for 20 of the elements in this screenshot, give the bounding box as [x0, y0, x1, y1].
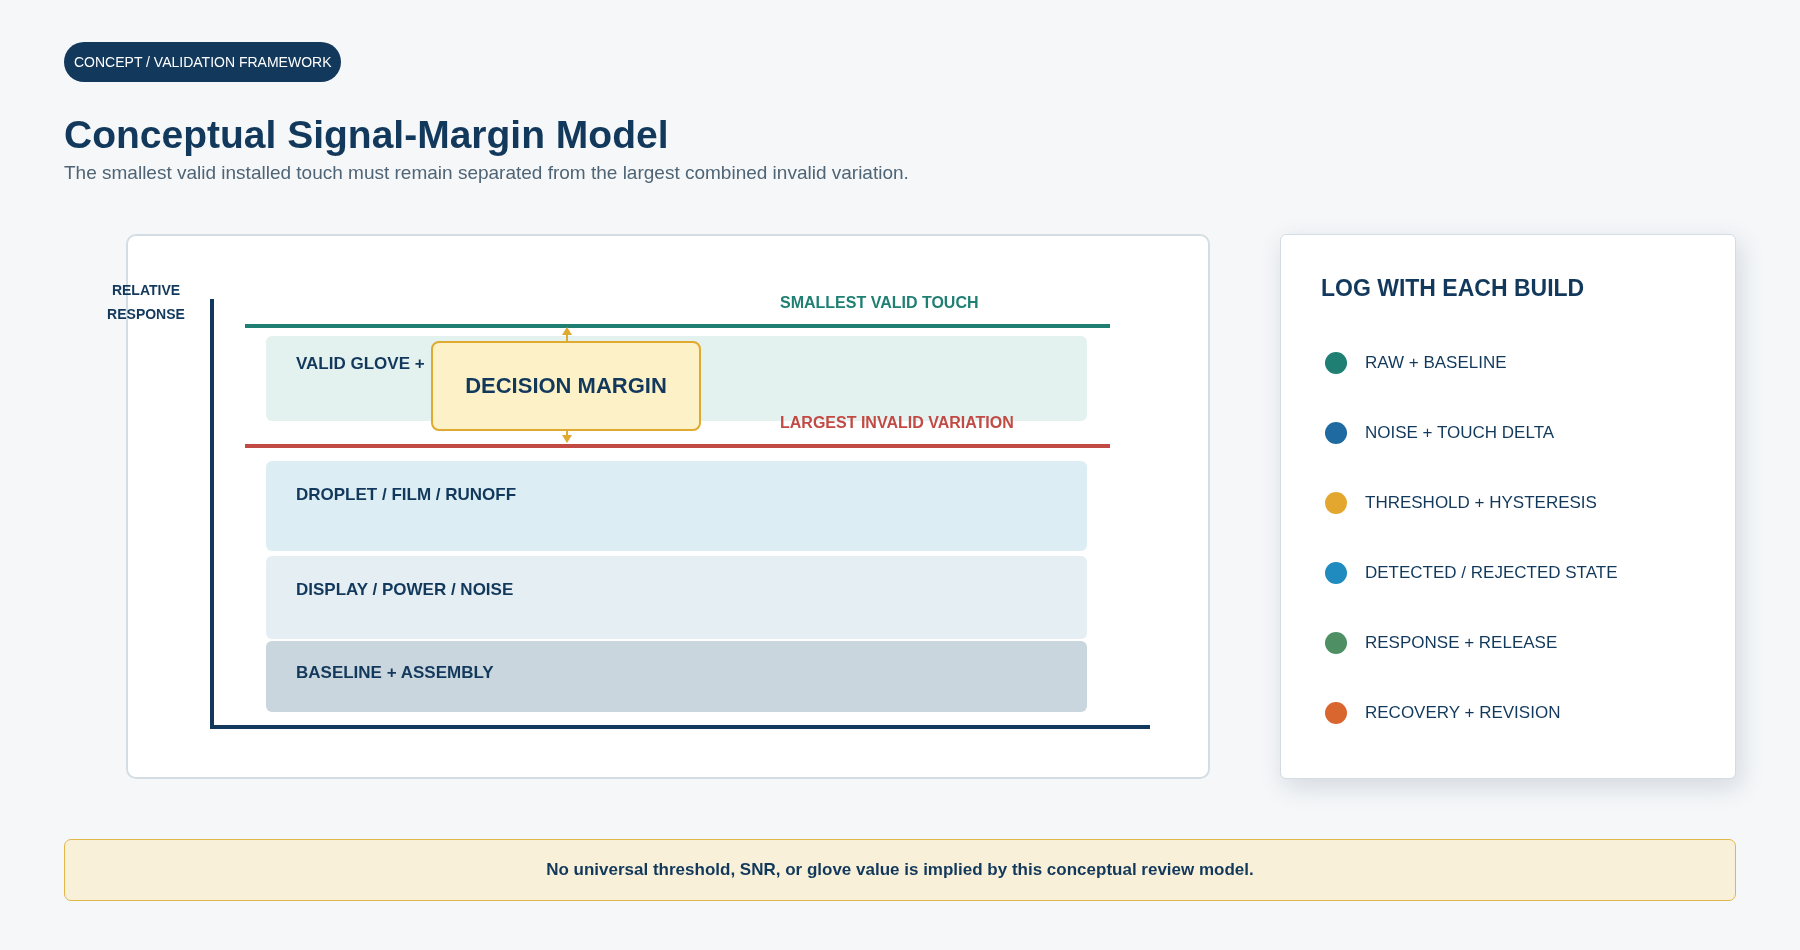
- legend-label: RESPONSE + RELEASE: [1365, 633, 1558, 653]
- page-subtitle: The smallest valid installed touch must remain separated from the largest combined invalid variation.: [64, 162, 910, 184]
- band-label: DROPLET / FILM / RUNOFF: [296, 485, 517, 504]
- threshold-label: LARGEST INVALID VARIATION: [780, 414, 1014, 432]
- legend-label: NOISE + TOUCH DELTA: [1365, 423, 1555, 443]
- legend-label: THRESHOLD + HYSTERESIS: [1365, 493, 1597, 513]
- band-label: BASELINE + ASSEMBLY: [296, 663, 494, 682]
- category-badge: CONCEPT / VALIDATION FRAMEWORK: [64, 42, 342, 82]
- legend-label: RAW + BASELINE: [1365, 353, 1507, 373]
- band-label: DISPLAY / POWER / NOISE: [296, 580, 514, 599]
- axis-label: RELATIVE RESPONSE: [106, 281, 186, 324]
- legend-title: LOG WITH EACH BUILD: [1321, 275, 1586, 302]
- margin-arrow: [561, 327, 573, 343]
- legend-label: DETECTED / REJECTED STATE: [1365, 563, 1618, 583]
- page-title: Conceptual Signal-Margin Model: [64, 112, 670, 158]
- threshold-label: SMALLEST VALID TOUCH: [780, 294, 979, 312]
- band-label: VALID GLOVE +: [296, 354, 425, 373]
- disclaimer-note: No universal threshold, SNR, or glove value is implied by this conceptual review model.: [64, 839, 1736, 901]
- decision-margin-box: DECISION MARGIN: [431, 341, 701, 431]
- legend-label: RECOVERY + REVISION: [1365, 703, 1561, 723]
